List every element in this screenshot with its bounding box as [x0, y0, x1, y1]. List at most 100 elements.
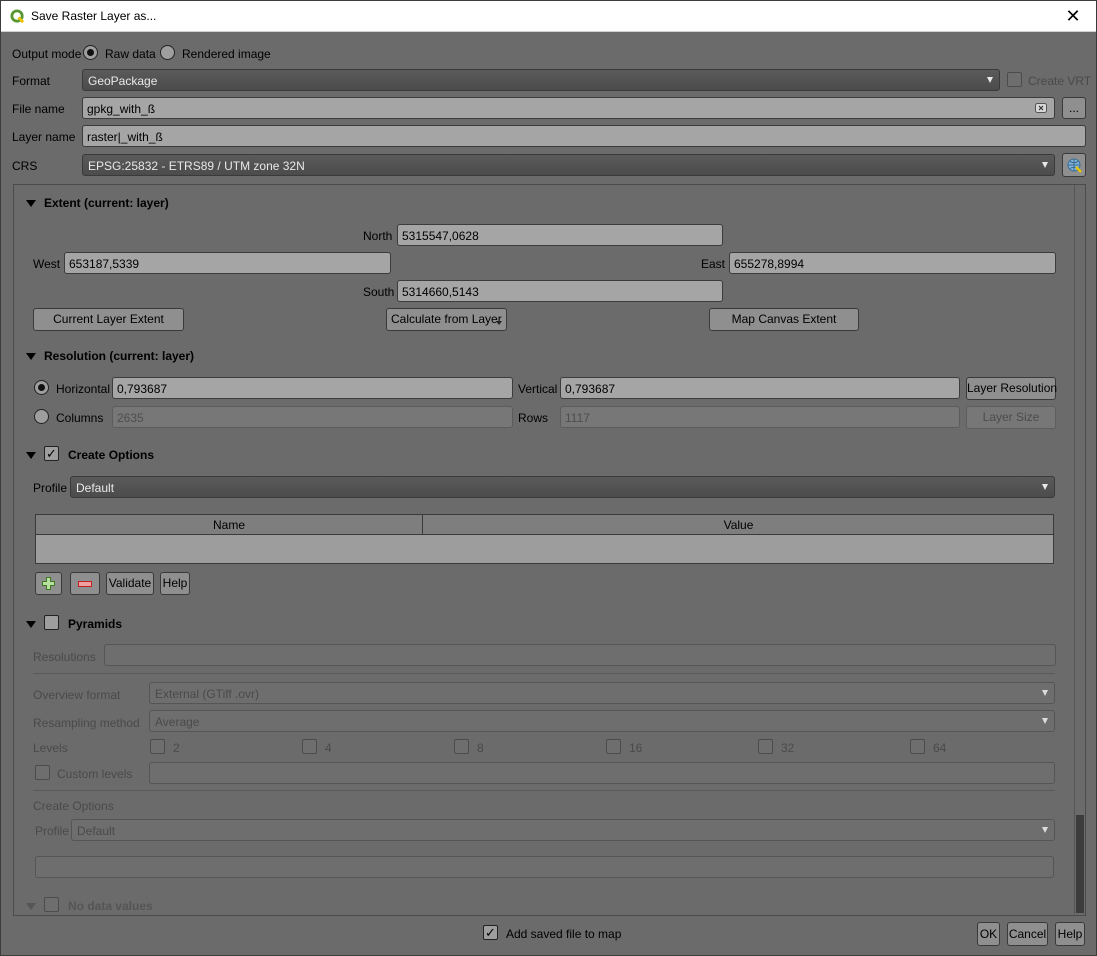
calculate-from-layer-label: Calculate from Layer	[391, 312, 502, 326]
layer-size-button[interactable]: Layer Size	[966, 406, 1056, 429]
crs-selector-button[interactable]	[1062, 153, 1086, 177]
columns-value: 2635	[117, 411, 144, 425]
file-name-input[interactable]: gpkg_with_ß	[82, 97, 1055, 119]
no-data-section-title[interactable]: No data values	[68, 899, 153, 913]
horizontal-value: 0,793687	[117, 382, 168, 396]
browse-button[interactable]: ...	[1062, 97, 1086, 119]
close-icon[interactable]: ✕	[1050, 1, 1096, 32]
resolution-section-title[interactable]: Resolution (current: layer)	[44, 349, 194, 363]
collapse-triangle-icon[interactable]	[26, 903, 36, 910]
extent-section-title[interactable]: Extent (current: layer)	[44, 196, 169, 210]
north-label: North	[363, 229, 393, 243]
file-name-label: File name	[12, 102, 65, 116]
ok-button[interactable]: OK	[977, 922, 1000, 946]
overview-format-select[interactable]: External (GTiff .ovr)	[149, 682, 1055, 704]
north-input[interactable]: 5315547,0628	[397, 224, 723, 246]
west-label: West	[33, 257, 61, 271]
column-header-name[interactable]: Name	[36, 515, 423, 535]
level-checkbox-2[interactable]	[150, 739, 165, 754]
help-options-button[interactable]: Help	[160, 572, 190, 595]
layer-name-label: Layer name	[12, 130, 76, 144]
level-label-2: 2	[173, 741, 180, 755]
crs-select[interactable]: EPSG:25832 - ETRS89 / UTM zone 32N	[82, 154, 1055, 176]
profile-select[interactable]: Default	[70, 476, 1055, 498]
collapse-triangle-icon[interactable]	[26, 353, 36, 360]
no-data-checkbox[interactable]	[44, 897, 59, 912]
create-options-table[interactable]: Name Value	[35, 514, 1054, 564]
level-checkbox-64[interactable]	[910, 739, 925, 754]
level-label-16: 16	[629, 741, 643, 755]
chevron-down-icon	[1042, 484, 1048, 490]
layer-resolution-button[interactable]: Layer Resolution	[966, 377, 1057, 400]
level-checkbox-32[interactable]	[758, 739, 773, 754]
help-button[interactable]: Help	[1055, 922, 1085, 946]
horizontal-input[interactable]: 0,793687	[112, 377, 513, 399]
raw-data-radio[interactable]	[83, 45, 98, 60]
layer-name-input[interactable]: raster|_with_ß	[82, 125, 1086, 147]
window-title: Save Raster Layer as...	[31, 9, 157, 23]
create-options-section-title[interactable]: Create Options	[68, 448, 154, 462]
vertical-input[interactable]: 0,793687	[560, 377, 960, 399]
rows-label: Rows	[518, 411, 549, 425]
crs-value: EPSG:25832 - ETRS89 / UTM zone 32N	[88, 159, 305, 173]
create-vrt-label: Create VRT	[1028, 74, 1092, 88]
south-input[interactable]: 5314660,5143	[397, 280, 723, 302]
collapse-triangle-icon[interactable]	[26, 452, 36, 459]
collapse-triangle-icon[interactable]	[26, 621, 36, 628]
save-raster-dialog: Save Raster Layer as... ✕ Output mode Ra…	[0, 0, 1097, 956]
profile-value: Default	[76, 481, 115, 495]
resampling-method-select[interactable]: Average	[149, 710, 1055, 732]
west-value: 653187,5339	[69, 257, 140, 271]
pyramids-create-options-label: Create Options	[33, 799, 114, 813]
pyramids-profile-label: Profile	[35, 824, 70, 838]
cancel-button[interactable]: Cancel	[1007, 922, 1048, 946]
east-input[interactable]: 655278,8994	[729, 252, 1056, 274]
validate-button[interactable]: Validate	[106, 572, 154, 595]
column-header-value[interactable]: Value	[424, 515, 1053, 535]
columns-input[interactable]: 2635	[112, 406, 513, 428]
rendered-image-radio[interactable]	[160, 45, 175, 60]
pyramids-options-table[interactable]	[35, 856, 1054, 878]
north-value: 5315547,0628	[402, 229, 479, 243]
file-name-value: gpkg_with_ß	[87, 102, 156, 116]
overview-format-value: External (GTiff .ovr)	[155, 687, 260, 701]
create-vrt-checkbox[interactable]	[1007, 72, 1022, 87]
rows-input[interactable]: 1117	[560, 406, 960, 428]
resolutions-label: Resolutions	[33, 650, 96, 664]
level-checkbox-8[interactable]	[454, 739, 469, 754]
east-value: 655278,8994	[734, 257, 805, 271]
custom-levels-checkbox[interactable]	[35, 765, 50, 780]
plus-icon	[42, 577, 55, 590]
resolutions-input[interactable]	[104, 644, 1056, 666]
scrollbar-thumb[interactable]	[1076, 815, 1084, 913]
format-label: Format	[12, 74, 51, 88]
chevron-down-icon	[1042, 162, 1048, 168]
pyramids-section-title[interactable]: Pyramids	[68, 617, 122, 631]
custom-levels-input[interactable]	[149, 762, 1055, 784]
pyramids-profile-select[interactable]: Default	[71, 819, 1055, 841]
horizontal-radio[interactable]	[34, 380, 49, 395]
add-option-button[interactable]	[35, 572, 62, 595]
crs-label: CRS	[12, 159, 38, 173]
calculate-from-layer-button[interactable]: Calculate from Layer	[386, 308, 507, 331]
add-to-map-checkbox[interactable]: ✓	[483, 925, 498, 940]
map-canvas-extent-button[interactable]: Map Canvas Extent	[709, 308, 859, 331]
resampling-method-label: Resampling method	[33, 716, 140, 730]
east-label: East	[701, 257, 726, 271]
chevron-down-icon	[1042, 827, 1048, 833]
format-select[interactable]: GeoPackage	[82, 69, 1000, 91]
west-input[interactable]: 653187,5339	[64, 252, 391, 274]
clear-icon[interactable]	[1035, 102, 1047, 114]
remove-option-button[interactable]	[70, 572, 100, 595]
current-layer-extent-button[interactable]: Current Layer Extent	[33, 308, 184, 331]
layer-name-value: raster|_with_ß	[87, 130, 163, 144]
level-checkbox-16[interactable]	[606, 739, 621, 754]
vertical-scrollbar[interactable]	[1074, 185, 1085, 914]
columns-radio[interactable]	[34, 409, 49, 424]
collapse-triangle-icon[interactable]	[26, 200, 36, 207]
pyramids-checkbox[interactable]	[44, 615, 59, 630]
level-checkbox-4[interactable]	[302, 739, 317, 754]
dropdown-arrow-icon	[496, 321, 502, 325]
vertical-label: Vertical	[518, 382, 558, 396]
create-options-checkbox[interactable]: ✓	[44, 446, 59, 461]
